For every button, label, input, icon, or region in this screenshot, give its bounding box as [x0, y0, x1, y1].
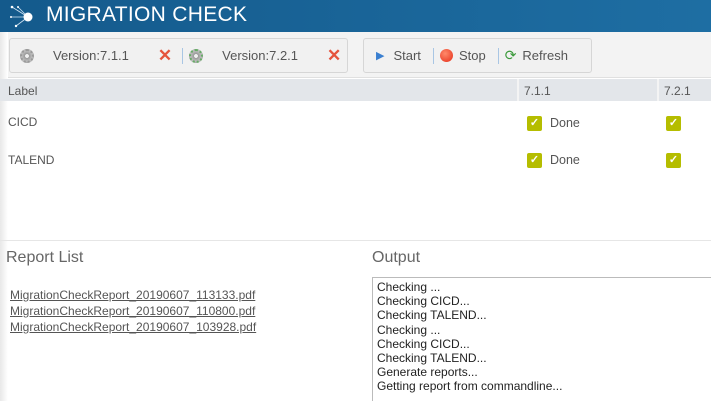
remove-version-7-2-1-icon[interactable]: ✕	[327, 46, 341, 66]
toolbar: Version:7.1.1 ✕ Version:7.2.1 ✕ ▶ Start …	[0, 32, 711, 78]
action-group: ▶ Start Stop ⟳ Refresh	[363, 38, 592, 73]
row-label: TALEND	[8, 153, 55, 167]
output-title: Output	[372, 249, 421, 266]
report-link[interactable]: MigrationCheckReport_20190607_113133.pdf	[10, 288, 255, 302]
play-icon: ▶	[376, 50, 385, 62]
version-label: Version:7.1.1	[53, 48, 129, 63]
column-divider	[517, 79, 519, 101]
start-label: Start	[393, 48, 421, 63]
status-text: Done	[550, 116, 580, 130]
separator	[182, 47, 184, 64]
report-link[interactable]: MigrationCheckReport_20190607_103928.pdf	[10, 320, 256, 334]
stop-icon	[439, 49, 453, 62]
column-header-7-2-1[interactable]: 7.2.1	[664, 84, 691, 98]
gear-running-icon	[189, 48, 204, 63]
refresh-label: Refresh	[522, 48, 568, 63]
check-icon: ✓	[527, 116, 542, 131]
app-logo-icon	[10, 5, 33, 28]
output-line: Checking CICD...	[377, 336, 470, 351]
version-label: Version:7.2.1	[222, 48, 299, 63]
divider	[0, 240, 711, 241]
table-header: Label 7.1.1 7.2.1	[0, 79, 711, 101]
separator	[497, 47, 499, 64]
gear-icon	[20, 48, 34, 63]
report-list-title: Report List	[6, 249, 84, 266]
output-line: Getting report from commandline...	[377, 379, 563, 394]
remove-version-7-1-1-icon[interactable]: ✕	[158, 46, 172, 66]
output-line: Checking ...	[377, 280, 441, 294]
output-line: Checking CICD...	[377, 294, 470, 309]
column-header-label[interactable]: Label	[8, 84, 37, 98]
stop-button[interactable]: Stop	[439, 48, 486, 63]
version-group: Version:7.1.1 ✕ Version:7.2.1 ✕	[9, 38, 348, 73]
stop-label: Stop	[458, 48, 486, 63]
output-textarea[interactable]: Checking ... Checking CICD... Checking T…	[372, 277, 711, 401]
check-icon: ✓	[666, 153, 681, 168]
column-divider	[657, 79, 659, 101]
refresh-button[interactable]: ⟳ Refresh	[505, 47, 568, 64]
version-7-2-1-item[interactable]: Version:7.2.1	[189, 48, 298, 63]
table-row[interactable]: TALEND ✓ Done ✓	[0, 145, 711, 175]
output-line: Checking ...	[377, 322, 441, 337]
output-line: Checking TALEND...	[377, 308, 487, 323]
table-row[interactable]: CICD ✓ Done ✓	[0, 107, 711, 137]
start-button[interactable]: ▶ Start	[376, 48, 421, 63]
report-link[interactable]: MigrationCheckReport_20190607_110800.pdf	[10, 304, 255, 318]
check-icon: ✓	[666, 116, 681, 131]
check-icon: ✓	[527, 153, 542, 168]
output-line: Checking TALEND...	[377, 351, 487, 366]
app-title: MIGRATION CHECK	[46, 3, 248, 26]
refresh-icon: ⟳	[504, 47, 517, 63]
output-line: Generate reports...	[377, 365, 478, 380]
row-label: CICD	[8, 115, 38, 129]
app-header: MIGRATION CHECK	[0, 0, 711, 32]
version-7-1-1-item[interactable]: Version:7.1.1	[20, 48, 129, 63]
status-text: Done	[550, 153, 580, 167]
separator	[432, 47, 434, 64]
column-header-7-1-1[interactable]: 7.1.1	[524, 84, 551, 98]
